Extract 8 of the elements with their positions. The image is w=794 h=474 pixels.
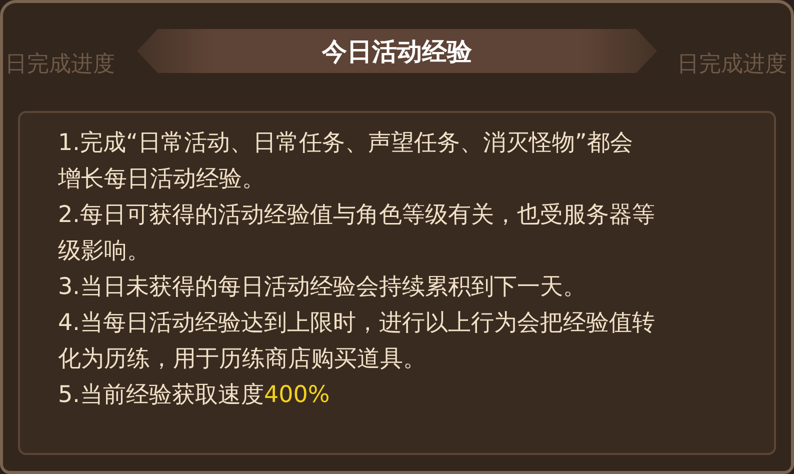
background-label: 日完成进度 bbox=[5, 51, 115, 79]
rule-text: 4.当每日活动经验达到上限时，进行以上行为会把经验值转 化为历练，用于历练商店购买道具。 bbox=[58, 309, 656, 374]
rule-text: 1.完成“日常活动、日常任务、声望任务、消灭怪物”都会 增长每日活动经验。 bbox=[58, 129, 634, 194]
dialog-title: 今日活动经验 bbox=[137, 29, 657, 73]
rule-text: 5.当前经验获取速度400% bbox=[58, 381, 331, 410]
background-label: 日完成进度 bbox=[677, 51, 787, 79]
rule-text: 2.每日可获得的活动经验值与角色等级有关，也受服务器等 级影响。 bbox=[58, 201, 656, 266]
rule-text: 3.当日未获得的每日活动经验会持续累积到下一天。 bbox=[58, 273, 587, 302]
